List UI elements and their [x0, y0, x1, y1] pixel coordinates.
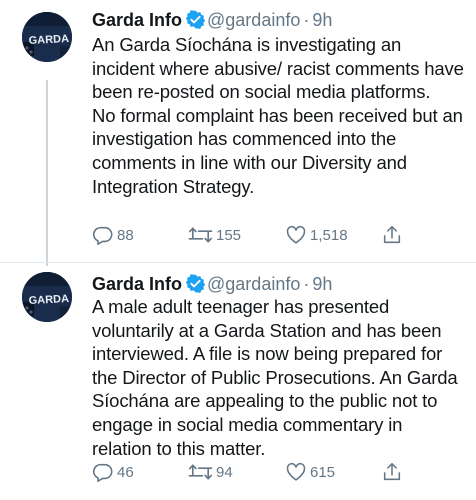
timestamp[interactable]: 9h [312, 274, 332, 294]
tweet-text: An Garda Síochána is investigating an in… [92, 33, 464, 198]
tweet-header: Garda Info @gardainfo · 9h [92, 9, 466, 34]
avatar-label: GARDA [28, 33, 69, 47]
reply-count: 88 [117, 226, 134, 244]
retweet-count: 155 [216, 226, 242, 244]
retweet-count: 94 [216, 463, 233, 481]
reply-button[interactable]: 46 [92, 460, 134, 484]
retweet-button[interactable]: 94 [188, 460, 233, 484]
tweet-paragraph: No formal complaint has been received bu… [92, 104, 463, 197]
avatar-label: GARDA [28, 293, 69, 307]
like-count: 1,518 [310, 226, 348, 244]
reply-count: 46 [117, 463, 134, 481]
tweet-actions: 88 155 1,518 [92, 223, 412, 247]
author-name[interactable]: Garda Info [92, 10, 182, 30]
reply-icon [92, 224, 114, 246]
separator-dot: · [303, 10, 310, 30]
reply-icon [92, 461, 114, 483]
avatar[interactable]: GARDA [22, 272, 72, 322]
avatar[interactable]: GARDA [22, 12, 72, 62]
like-button[interactable]: 1,518 [285, 223, 348, 247]
tweet-paragraph: A male adult teenager has presented volu… [92, 296, 458, 459]
retweet-button[interactable]: 155 [188, 223, 241, 247]
share-button[interactable] [381, 223, 403, 247]
share-icon [381, 461, 403, 483]
share-button[interactable] [381, 460, 403, 484]
tweet-actions: 46 94 615 [92, 460, 412, 484]
share-icon [381, 224, 403, 246]
heart-icon [285, 224, 307, 246]
author-handle[interactable]: @gardainfo [207, 274, 300, 294]
like-button[interactable]: 615 [285, 460, 335, 484]
heart-icon [285, 461, 307, 483]
reply-button[interactable]: 88 [92, 223, 134, 247]
author-name[interactable]: Garda Info [92, 274, 182, 294]
retweet-icon [188, 461, 213, 483]
tweet-text: A male adult teenager has presented volu… [92, 295, 464, 460]
separator-dot: · [303, 274, 310, 294]
tweet-paragraph: An Garda Síochána is investigating an in… [92, 34, 464, 103]
tweet-feed: GARDA Garda Info @gardainfo · 9h An Garda S… [0, 0, 476, 500]
retweet-icon [188, 224, 213, 246]
author-handle[interactable]: @gardainfo [207, 10, 300, 30]
like-count: 615 [310, 463, 336, 481]
tweet[interactable]: GARDA Garda Info @gardainfo · 9h An Garda S… [0, 0, 476, 262]
verified-badge-icon [185, 10, 206, 34]
tweet[interactable]: GARDA Garda Info @gardainfo · 9h A male adu… [0, 262, 476, 500]
timestamp[interactable]: 9h [312, 10, 332, 30]
